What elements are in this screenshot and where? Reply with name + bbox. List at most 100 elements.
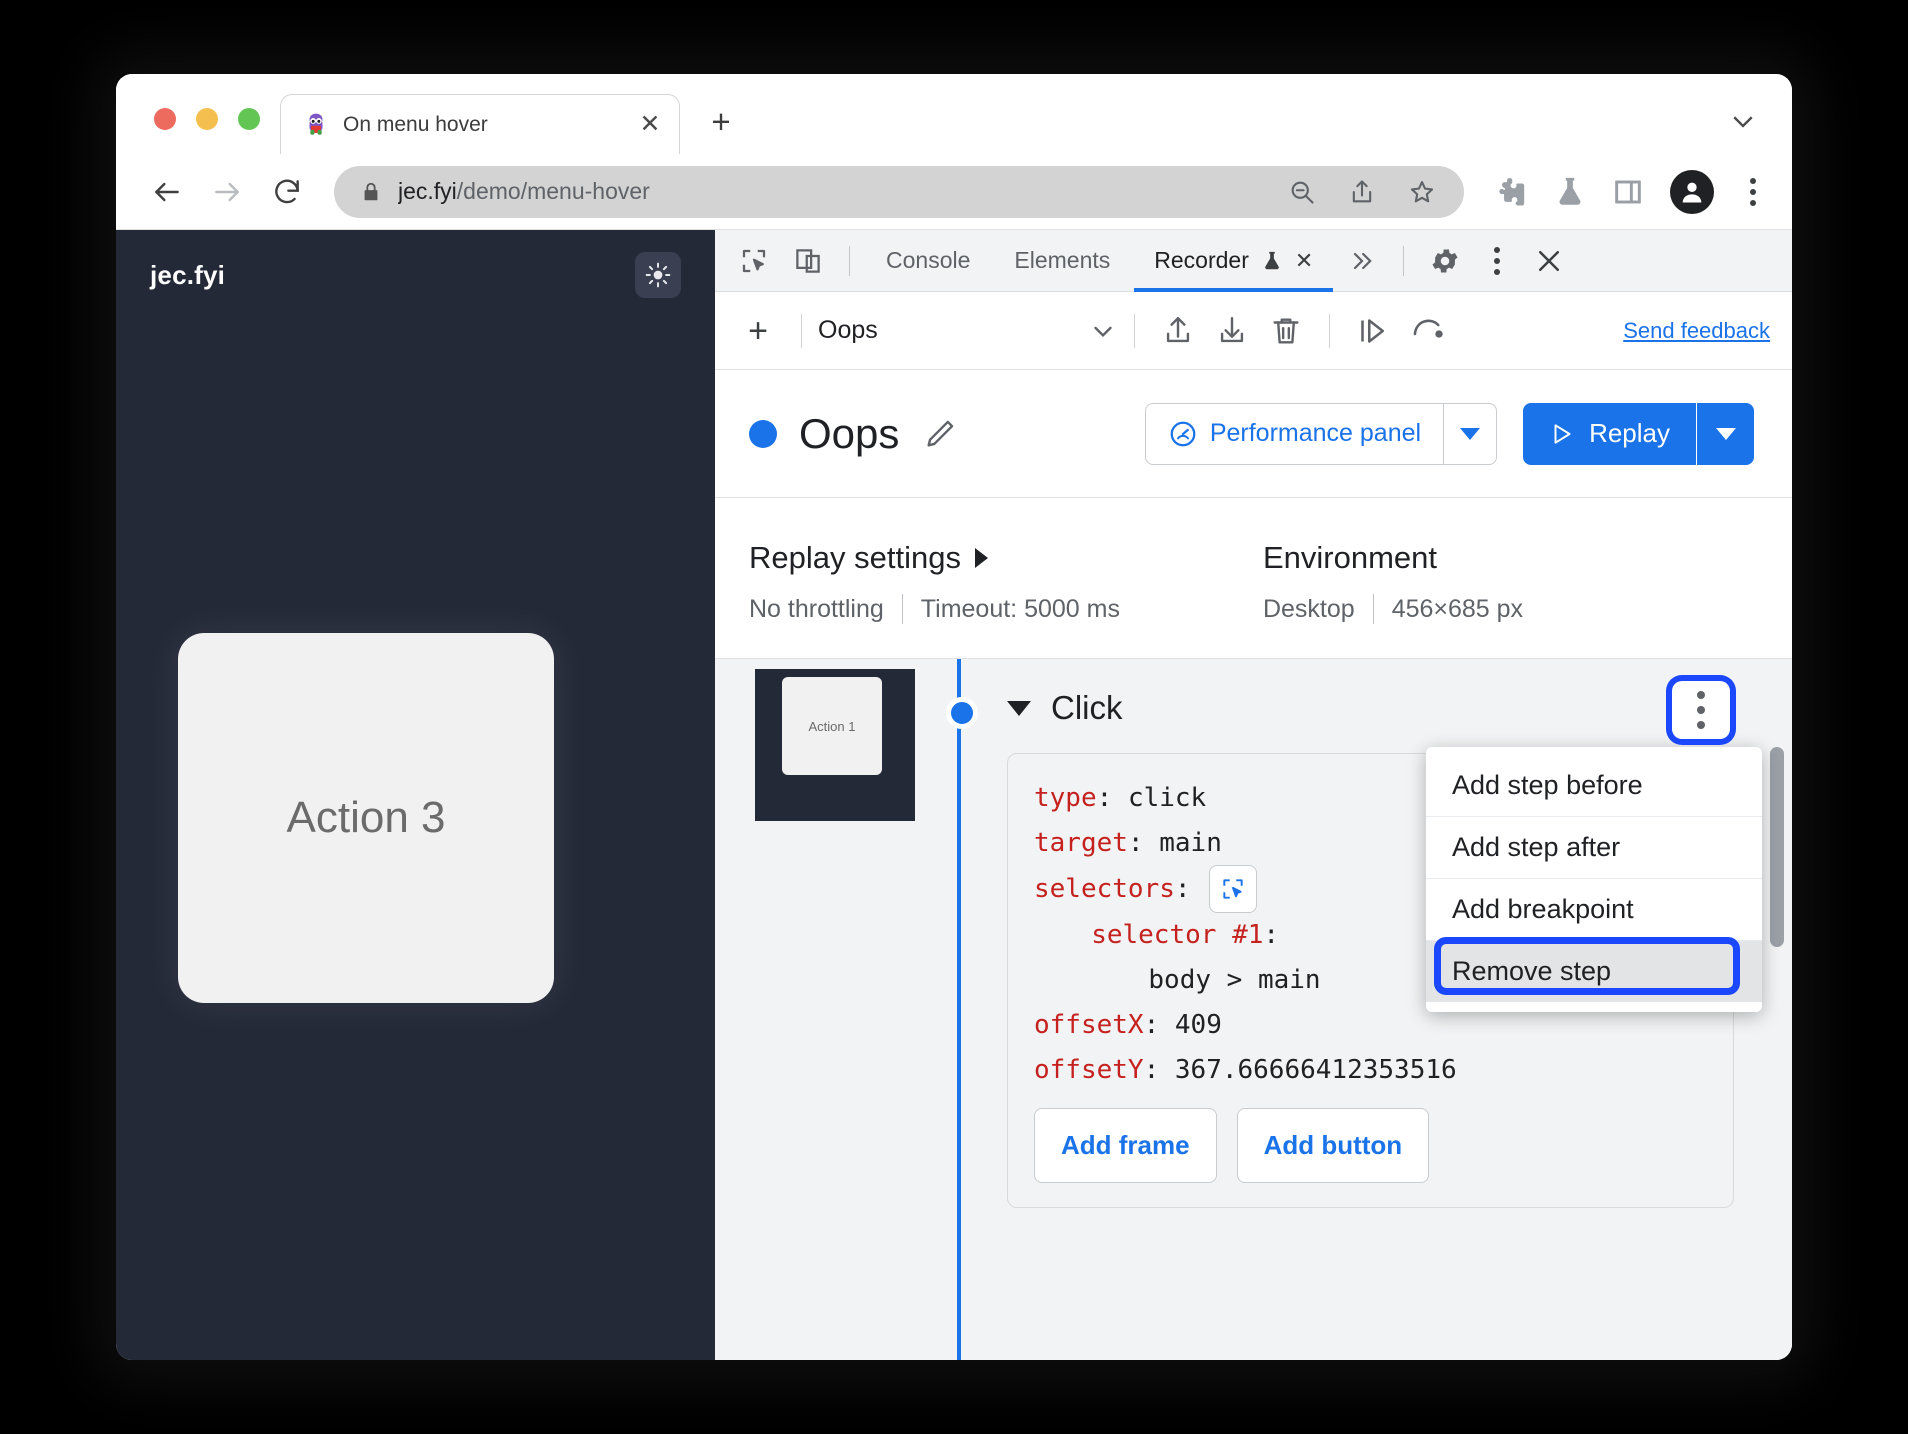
lock-icon <box>360 181 382 203</box>
selector-picker-icon[interactable] <box>1208 865 1257 914</box>
menu-item-add-step-after[interactable]: Add step after <box>1426 817 1762 879</box>
tab-elements[interactable]: Elements <box>994 230 1130 292</box>
performance-panel-caret[interactable] <box>1443 402 1498 465</box>
environment-values: Desktop 456×685 px <box>1263 594 1523 624</box>
new-recording-button[interactable]: + <box>731 304 785 358</box>
trash-icon[interactable] <box>1259 304 1313 358</box>
menu-item-remove-step[interactable]: Remove step <box>1426 937 1762 1002</box>
gear-icon[interactable] <box>1420 236 1470 286</box>
tab-title: On menu hover <box>343 112 488 136</box>
menu-item-add-breakpoint[interactable]: Add breakpoint <box>1426 879 1762 941</box>
toolbar-divider-2 <box>1403 245 1405 276</box>
performance-gauge-icon <box>1168 419 1198 449</box>
star-icon[interactable] <box>1400 170 1444 214</box>
code-colon: : <box>1143 1054 1175 1085</box>
import-download-icon[interactable] <box>1205 304 1259 358</box>
puzzle-piece-icon[interactable] <box>1486 166 1538 218</box>
address-bar-url: jec.fyi/demo/menu-hover <box>398 178 1264 205</box>
close-window-button[interactable] <box>154 108 176 130</box>
tab-strip: On menu hover ✕ + <box>116 74 1792 154</box>
code-value: 409 <box>1174 1009 1222 1040</box>
code-key: type <box>1034 783 1097 813</box>
address-bar[interactable]: jec.fyi/demo/menu-hover <box>334 165 1464 218</box>
three-dot-menu-icon[interactable] <box>1730 166 1776 218</box>
minimize-window-button[interactable] <box>196 108 218 130</box>
replay-caret-button[interactable] <box>1696 402 1754 465</box>
flask-icon[interactable] <box>1544 166 1596 218</box>
screenshot-root: On menu hover ✕ + jec.fyi/demo/menu-hove… <box>0 0 1908 1434</box>
recording-selector[interactable]: Oops <box>818 316 1118 346</box>
tab-recorder[interactable]: Recorder ✕ <box>1134 230 1334 292</box>
close-recorder-tab-icon[interactable]: ✕ <box>1295 248 1313 274</box>
tab-recorder-label: Recorder <box>1154 247 1249 273</box>
maximize-window-button[interactable] <box>238 108 260 130</box>
replay-settings-toggle[interactable]: Replay settings <box>749 540 1120 576</box>
reload-icon[interactable] <box>260 165 314 219</box>
export-upload-icon[interactable] <box>1151 304 1205 358</box>
url-host: jec.fyi <box>398 178 457 204</box>
tab-console-label: Console <box>886 247 971 273</box>
send-feedback-link[interactable]: Send feedback <box>1623 318 1774 344</box>
performance-panel-label: Performance panel <box>1209 419 1422 447</box>
code-value: body > main <box>1148 965 1321 996</box>
caret-down-icon[interactable] <box>1007 700 1031 716</box>
steps-scrollbar[interactable] <box>1770 747 1784 947</box>
play-triangle-icon <box>1549 421 1575 447</box>
status-dot <box>749 419 777 448</box>
close-icon[interactable]: ✕ <box>635 110 665 140</box>
pencil-icon[interactable] <box>923 417 957 451</box>
add-frame-button[interactable]: Add frame <box>1034 1108 1217 1184</box>
menu-item-add-step-before[interactable]: Add step before <box>1426 755 1762 817</box>
recorder-settings-summary: Replay settings No throttling Timeout: 5… <box>715 498 1792 659</box>
replay-group: Replay <box>1523 402 1754 465</box>
step-over-icon[interactable] <box>1346 304 1400 358</box>
chevron-double-right-icon[interactable] <box>1337 236 1387 286</box>
device-toolbar-icon[interactable] <box>783 236 833 286</box>
add-button-button[interactable]: Add button <box>1236 1108 1430 1184</box>
devtools-panel: Console Elements Recorder ✕ + Oops Send … <box>715 230 1792 1360</box>
value-divider <box>901 594 903 624</box>
person-avatar-icon[interactable] <box>1670 169 1714 214</box>
code-key: selector #1 <box>1091 920 1264 951</box>
step-details-column: Click type: click target: main selectors… <box>963 659 1792 1360</box>
toolbar-divider <box>849 245 850 276</box>
code-colon: : <box>1263 920 1280 951</box>
toolbar-divider-2 <box>1134 313 1135 348</box>
performance-panel-button[interactable]: Performance panel <box>1144 402 1444 465</box>
forward-arrow-icon[interactable] <box>200 165 254 219</box>
devtools-tabbar: Console Elements Recorder ✕ <box>715 230 1792 292</box>
caret-down-icon <box>1460 427 1481 440</box>
code-key: selectors <box>1034 874 1175 905</box>
new-tab-button[interactable]: + <box>698 98 744 144</box>
replay-settings-col: Replay settings No throttling Timeout: 5… <box>749 540 1120 624</box>
undo-icon[interactable] <box>1400 304 1454 358</box>
replay-settings-title: Replay settings <box>749 540 961 575</box>
code-key: offsetX <box>1034 1009 1144 1040</box>
url-path: /demo/menu-hover <box>456 178 650 204</box>
code-colon: : <box>1096 783 1128 813</box>
step-title: Click <box>1051 689 1123 726</box>
close-devtools-icon[interactable] <box>1524 236 1574 286</box>
step-screenshot-thumbnail[interactable]: Action 1 <box>755 669 915 821</box>
inspect-element-icon[interactable] <box>729 236 779 286</box>
zoom-out-icon[interactable] <box>1280 170 1324 214</box>
thumbnail-action-card: Action 1 <box>782 677 882 775</box>
recording-selector-label: Oops <box>818 316 878 344</box>
performance-panel-group: Performance panel <box>1144 402 1498 465</box>
share-icon[interactable] <box>1340 170 1384 214</box>
value-divider <box>1372 594 1374 624</box>
step-context-menu: Add step before Add step after Add break… <box>1426 747 1762 1012</box>
window-traffic-lights <box>116 108 280 154</box>
devtools-more-icon[interactable] <box>1474 235 1520 287</box>
browser-toolbar: jec.fyi/demo/menu-hover <box>116 154 1792 230</box>
side-panel-icon[interactable] <box>1602 166 1654 218</box>
chevron-down-icon[interactable] <box>1728 106 1758 136</box>
sun-icon[interactable] <box>635 252 681 298</box>
replay-button[interactable]: Replay <box>1523 402 1696 465</box>
back-arrow-icon[interactable] <box>140 165 194 219</box>
action-card[interactable]: Action 3 <box>178 633 554 1003</box>
browser-tab[interactable]: On menu hover ✕ <box>280 94 680 154</box>
step-timeline <box>946 659 978 1360</box>
tab-console[interactable]: Console <box>866 230 990 292</box>
step-more-options-button[interactable] <box>1672 681 1730 739</box>
